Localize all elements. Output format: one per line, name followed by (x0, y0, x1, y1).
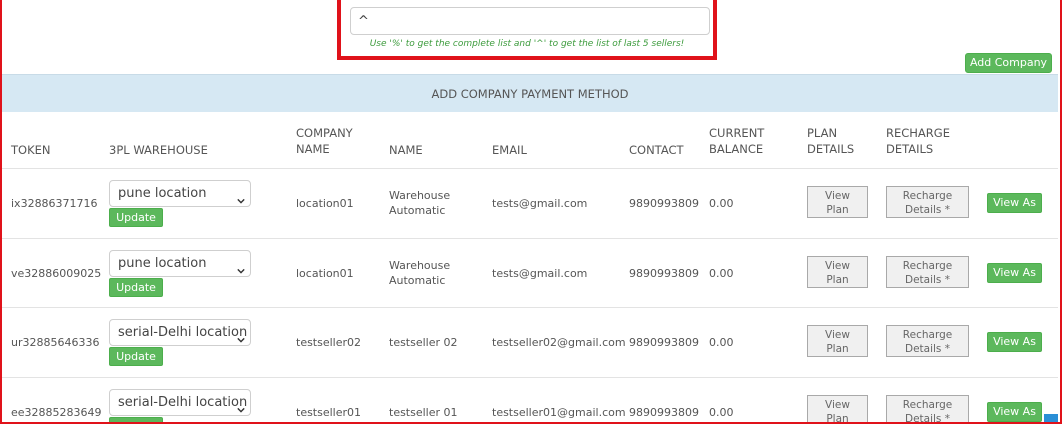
row-balance: 0.00 (709, 267, 734, 280)
warehouse-select[interactable]: serial-Delhi location (109, 389, 251, 416)
chevron-down-icon (237, 398, 245, 413)
view-as-button[interactable]: View As (987, 263, 1042, 283)
warehouse-select-value: serial-Delhi location (118, 395, 248, 410)
col-company-name: COMPANY NAME (296, 126, 353, 156)
scroll-indicator[interactable] (1044, 414, 1058, 424)
row-company: testseller02 (296, 336, 362, 349)
col-plan-details: PLAN DETAILS (807, 126, 855, 156)
chevron-down-icon (237, 328, 245, 343)
row-divider (2, 377, 1058, 378)
view-plan-button[interactable]: View Plan (807, 325, 868, 357)
view-plan-button[interactable]: View Plan (807, 186, 868, 218)
row-name: testseller 02 (389, 336, 458, 349)
add-company-button[interactable]: Add Company (965, 53, 1052, 73)
col-token: TOKEN (11, 143, 51, 157)
row-company: testseller01 (296, 406, 362, 419)
warehouse-select[interactable]: pune location (109, 180, 251, 207)
row-token: ix32886371716 (11, 197, 98, 210)
row-divider (2, 238, 1058, 239)
row-balance: 0.00 (709, 336, 734, 349)
row-contact: 9890993809 (629, 197, 699, 210)
row-email: tests@gmail.com (492, 197, 588, 210)
col-name: NAME (389, 143, 423, 157)
view-as-button[interactable]: View As (987, 402, 1042, 422)
row-email: testseller01@gmail.com (492, 406, 626, 419)
view-plan-button[interactable]: View Plan (807, 395, 868, 424)
row-email: testseller02@gmail.com (492, 336, 626, 349)
row-token: ve32886009025 (11, 267, 102, 280)
chevron-down-icon (237, 259, 245, 274)
recharge-details-button[interactable]: Recharge Details * (886, 256, 969, 288)
col-contact: CONTACT (629, 143, 684, 157)
col-email: EMAIL (492, 143, 527, 157)
warehouse-select-value: pune location (118, 256, 207, 271)
row-token: ur32885646336 (11, 336, 100, 349)
view-as-button[interactable]: View As (987, 193, 1042, 213)
warehouse-select-value: serial-Delhi location (118, 325, 248, 340)
recharge-details-button[interactable]: Recharge Details * (886, 395, 969, 424)
row-contact: 9890993809 (629, 406, 699, 419)
row-contact: 9890993809 (629, 267, 699, 280)
row-balance: 0.00 (709, 197, 734, 210)
col-warehouse: 3PL WAREHOUSE (109, 143, 208, 157)
header-divider (2, 168, 1058, 169)
col-recharge-details: RECHARGE DETAILS (886, 126, 950, 156)
row-company: location01 (296, 197, 354, 210)
row-email: tests@gmail.com (492, 267, 588, 280)
row-company: location01 (296, 267, 354, 280)
update-button[interactable]: Update (109, 347, 163, 366)
search-highlight-box: Use '%' to get the complete list and '^'… (337, 0, 717, 60)
chevron-down-icon (237, 189, 245, 204)
row-contact: 9890993809 (629, 336, 699, 349)
warehouse-select[interactable]: serial-Delhi location (109, 319, 251, 346)
search-hint: Use '%' to get the complete list and '^'… (369, 39, 685, 49)
row-name: Warehouse Automatic (389, 189, 451, 217)
seller-search-input[interactable] (350, 7, 710, 35)
row-divider (2, 307, 1058, 308)
warehouse-select[interactable]: pune location (109, 250, 251, 277)
col-current-balance: CURRENT BALANCE (709, 126, 765, 156)
update-button[interactable]: Update (109, 417, 163, 424)
row-name: testseller 01 (389, 406, 458, 419)
row-name: Warehouse Automatic (389, 259, 451, 287)
row-balance: 0.00 (709, 406, 734, 419)
update-button[interactable]: Update (109, 278, 163, 297)
recharge-details-button[interactable]: Recharge Details * (886, 325, 969, 357)
update-button[interactable]: Update (109, 208, 163, 227)
view-plan-button[interactable]: View Plan (807, 256, 868, 288)
recharge-details-button[interactable]: Recharge Details * (886, 186, 969, 218)
row-token: ee32885283649 (11, 406, 102, 419)
warehouse-select-value: pune location (118, 186, 207, 201)
panel-title: ADD COMPANY PAYMENT METHOD (2, 74, 1058, 112)
view-as-button[interactable]: View As (987, 332, 1042, 352)
